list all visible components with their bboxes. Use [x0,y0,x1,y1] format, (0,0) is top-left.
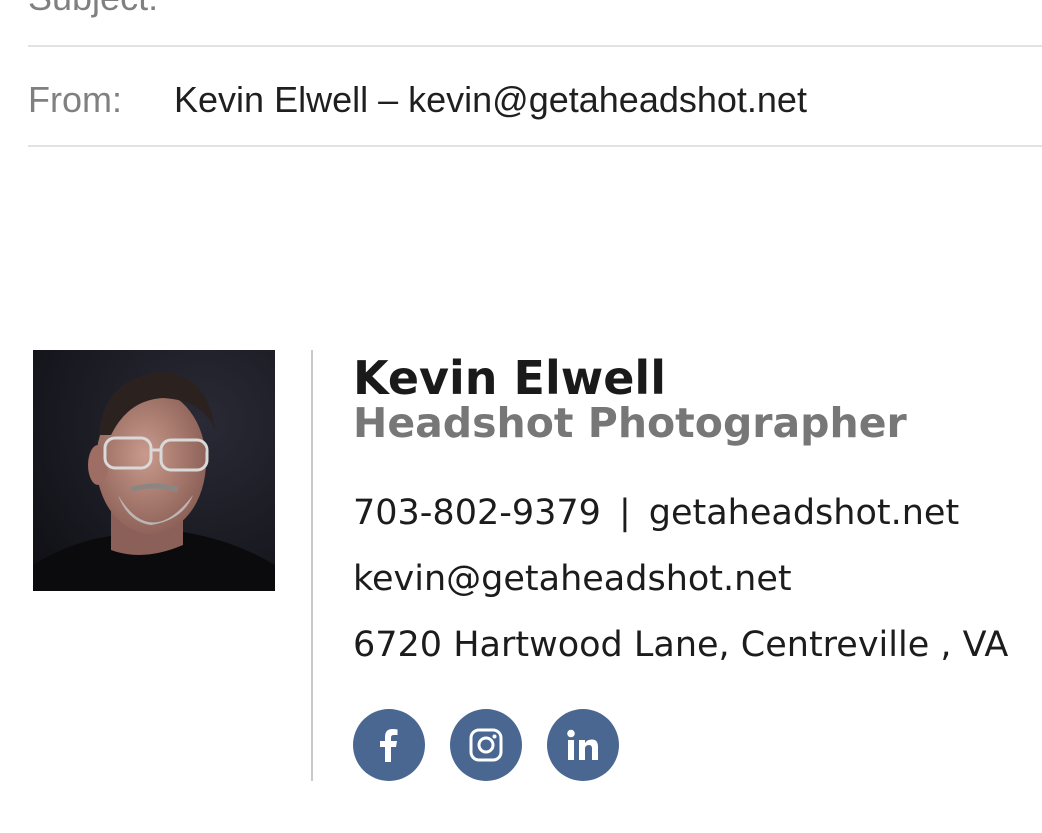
from-row[interactable]: From: Kevin Elwell – kevin@getaheadshot.… [28,82,1042,118]
address-text: 6720 Hartwood Lane, Centreville , VA [353,625,1009,665]
from-label: From: [28,79,122,120]
signature-title: Headshot Photographer [353,399,907,447]
linkedin-button[interactable] [547,709,619,781]
instagram-button[interactable] [450,709,522,781]
facebook-icon [380,729,398,762]
divider [28,45,1042,47]
phone-link[interactable]: 703-802-9379 [353,493,601,533]
from-value[interactable]: Kevin Elwell – kevin@getaheadshot.net [174,79,807,120]
linkedin-icon [567,729,598,760]
profile-photo [33,350,275,591]
subject-label: Subject: [28,0,164,16]
signature-divider [311,350,313,781]
divider [28,145,1042,147]
subject-row[interactable]: Subject: [28,0,1042,16]
website-link[interactable]: getaheadshot.net [649,493,959,533]
social-links [353,709,619,781]
email-link[interactable]: kevin@getaheadshot.net [353,559,792,599]
signature-contact-line: 703-802-9379 | getaheadshot.net [353,493,959,533]
separator: | [618,493,631,533]
signature-name: Kevin Elwell [353,351,666,405]
email-signature: Kevin Elwell Headshot Photographer 703-8… [353,351,1042,665]
instagram-icon [469,728,503,762]
email-compose-view: Subject: From: Kevin Elwell – kevin@geta… [0,0,1042,833]
facebook-button[interactable] [353,709,425,781]
